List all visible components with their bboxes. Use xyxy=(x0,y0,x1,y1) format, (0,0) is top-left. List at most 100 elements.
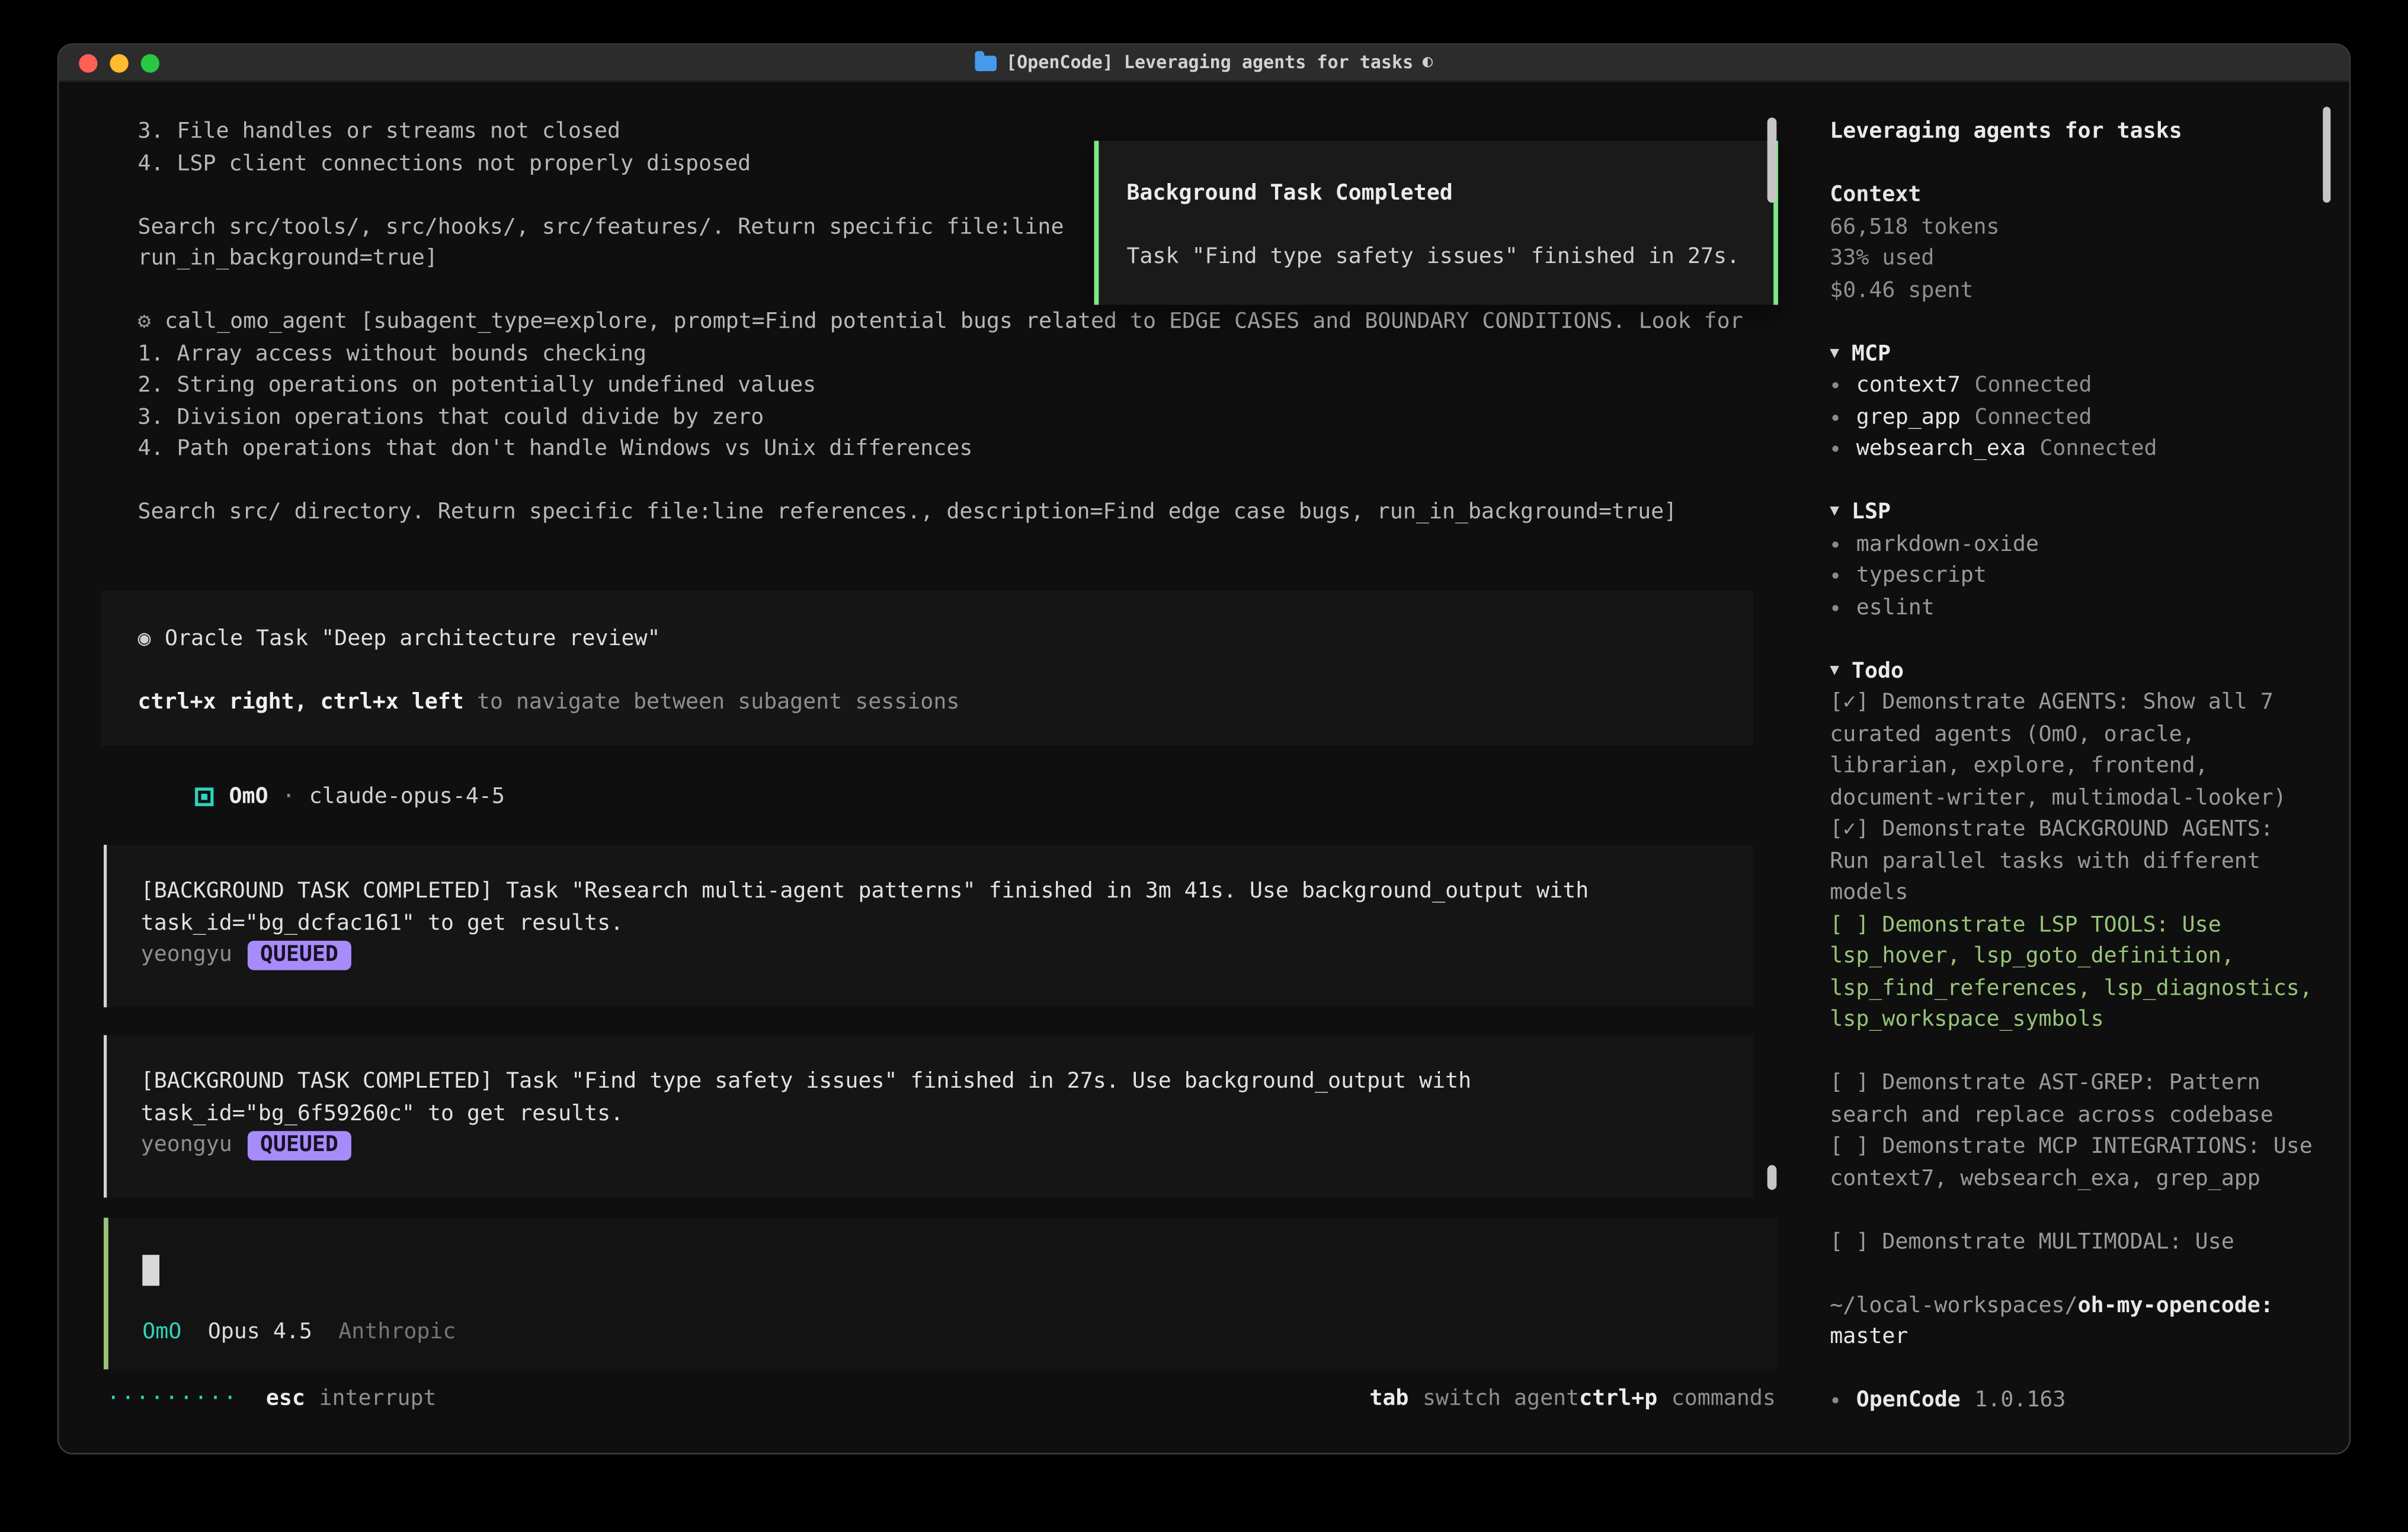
esc-key-hint: esc xyxy=(266,1383,305,1415)
mcp-server-name: grep_app xyxy=(1856,402,1961,434)
task-message-line: task_id="bg_6f59260c" to get results. xyxy=(141,1098,1753,1130)
workspace-dir: ~/local-workspaces/ xyxy=(1830,1293,2077,1318)
mcp-section: ▼ MCP context7 Connected xyxy=(1830,338,2318,465)
omo-agent-icon xyxy=(195,787,213,806)
background-task-message: [BACKGROUND TASK COMPLETED] Task "Resear… xyxy=(104,845,1753,1007)
notification-title: Background Task Completed xyxy=(1126,178,1773,210)
bullet-icon xyxy=(1833,605,1839,611)
active-model-label: Opus 4.5 xyxy=(208,1316,312,1348)
session-sidebar: Leveraging agents for tasks Context 66,5… xyxy=(1805,82,2349,1454)
status-bar: ········· esc interrupt tab switch agent… xyxy=(107,1383,1776,1415)
provider-label: Anthropic xyxy=(338,1316,456,1348)
mcp-heading: MCP xyxy=(1852,338,1891,370)
task-message-list: [BACKGROUND TASK COMPLETED] Task "Resear… xyxy=(59,845,1805,1197)
tab-key-label: switch agent xyxy=(1423,1383,1579,1415)
lsp-server-name: typescript xyxy=(1856,560,1987,592)
oracle-task-box[interactable]: ◉Oracle Task "Deep architecture review" … xyxy=(101,590,1753,745)
record-icon: ◉ xyxy=(137,626,150,650)
minimize-button[interactable] xyxy=(110,54,128,72)
hint-text: to navigate between subagent sessions xyxy=(464,690,960,714)
notification-body: Task "Find type safety issues" finished … xyxy=(1126,241,1773,273)
window-titlebar[interactable]: [OpenCode] Leveraging agents for tasks ◐ xyxy=(59,45,2349,82)
gear-icon: ⚙ xyxy=(137,309,150,334)
agent-header: OmO · claude-opus-4-5 xyxy=(195,781,1805,813)
status-badge: QUEUED xyxy=(248,1131,351,1161)
oracle-task-title-row: ◉ Oracle Task "Deep architecture review" xyxy=(137,623,1753,655)
terminal-line: 4. Path operations that don't handle Win… xyxy=(137,433,1805,465)
terminal-line: 2. String operations on potentially unde… xyxy=(137,370,1805,402)
todo-item: [ ] Demonstrate MULTIMODAL: Use xyxy=(1830,1226,2318,1258)
folder-icon xyxy=(975,55,997,70)
mcp-server-status: Connected xyxy=(1974,370,2092,402)
queued-user: yeongyu xyxy=(141,939,232,971)
todo-section: ▼ Todo [✓] Demonstrate AGENTS: Show all … xyxy=(1830,655,2318,1258)
mcp-server-item: context7 Connected xyxy=(1830,370,2318,402)
main-scrollbar-thumb-secondary[interactable] xyxy=(1767,1165,1777,1190)
workspace-repo: oh-my-opencode: xyxy=(2078,1293,2273,1318)
lsp-server-list: markdown-oxide typescript eslint xyxy=(1830,528,2318,624)
esc-key-label: interrupt xyxy=(319,1383,436,1415)
zoom-button[interactable] xyxy=(141,54,159,72)
ctrlp-key-hint: ctrl+p xyxy=(1579,1383,1657,1415)
lsp-server-item: markdown-oxide xyxy=(1830,528,2318,560)
app-version-footer: OpenCode 1.0.163 xyxy=(1830,1385,2318,1417)
mcp-server-list: context7 Connected grep_app Connected xyxy=(1830,370,2318,465)
todo-section-header[interactable]: ▼ Todo xyxy=(1830,655,2318,687)
todo-item: [ ] Demonstrate AST-GREP: Pattern search… xyxy=(1830,1068,2318,1131)
lsp-server-name: eslint xyxy=(1856,592,1935,624)
tool-call-line: ⚙ call_omo_agent [subagent_type=explore, … xyxy=(137,306,1805,338)
lsp-server-item: typescript xyxy=(1830,560,2318,592)
bullet-icon xyxy=(1833,446,1839,452)
mcp-server-status: Connected xyxy=(1974,402,2092,434)
separator-dot: · xyxy=(282,781,295,813)
context-used: 33% used xyxy=(1830,243,2318,275)
tool-call-text: call_omo_agent [subagent_type=explore, p… xyxy=(165,309,1743,334)
mcp-server-status: Connected xyxy=(2039,433,2157,465)
context-heading: Context xyxy=(1830,180,2318,211)
session-title: Leveraging agents for tasks xyxy=(1830,116,2318,148)
sidebar-scrollbar-thumb[interactable] xyxy=(2323,107,2330,203)
keyboard-shortcut: ctrl+x right, ctrl+x left xyxy=(137,690,463,714)
task-message-line: task_id="bg_dcfac161" to get results. xyxy=(141,908,1753,940)
bullet-icon xyxy=(1833,1398,1839,1403)
text-cursor xyxy=(142,1255,159,1286)
todo-item: [✓] Demonstrate AGENTS: Show all 7 curat… xyxy=(1830,687,2318,814)
prompt-input[interactable]: OmO Opus 4.5 Anthropic xyxy=(104,1217,1778,1369)
lsp-server-name: markdown-oxide xyxy=(1856,528,2039,560)
background-task-message: [BACKGROUND TASK COMPLETED] Task "Find t… xyxy=(104,1035,1753,1197)
agent-model: claude-opus-4-5 xyxy=(309,781,505,813)
lsp-server-item: eslint xyxy=(1830,592,2318,624)
active-agent-label: OmO xyxy=(142,1316,181,1348)
task-message-line: [BACKGROUND TASK COMPLETED] Task "Find t… xyxy=(141,1066,1753,1098)
main-scrollbar-thumb[interactable] xyxy=(1767,117,1777,203)
terminal-line: Search src/ directory. Return specific f… xyxy=(137,496,1805,528)
agent-name: OmO xyxy=(229,781,268,813)
todo-list: [✓] Demonstrate AGENTS: Show all 7 curat… xyxy=(1830,687,2318,1258)
triangle-down-icon: ▼ xyxy=(1830,655,1839,687)
tab-key-hint: tab xyxy=(1369,1383,1408,1415)
bullet-icon xyxy=(1833,573,1839,579)
todo-item: [ ] Demonstrate LSP TOOLS: Use lsp_hover… xyxy=(1830,909,2318,1036)
terminal-line: 1. Array access without bounds checking xyxy=(137,338,1805,370)
oracle-task-title: Oracle Task "Deep architecture review" xyxy=(165,626,661,650)
workspace-path: ~/local-workspaces/oh-my-opencode: maste… xyxy=(1830,1290,2318,1353)
queued-user: yeongyu xyxy=(141,1130,232,1162)
lsp-heading: LSP xyxy=(1852,496,1891,528)
close-button[interactable] xyxy=(79,54,97,72)
terminal-window: [OpenCode] Leveraging agents for tasks ◐… xyxy=(57,43,2351,1454)
app-version: 1.0.163 xyxy=(1974,1385,2066,1417)
window-title: [OpenCode] Leveraging agents for tasks ◐ xyxy=(59,47,2349,79)
triangle-down-icon: ▼ xyxy=(1830,496,1839,528)
todo-item: [ ] Demonstrate MCP INTEGRATIONS: Use co… xyxy=(1830,1131,2318,1194)
notification-toast[interactable]: Background Task Completed Task "Find typ… xyxy=(1094,141,1778,305)
mcp-section-header[interactable]: ▼ MCP xyxy=(1830,338,2318,370)
traffic-lights xyxy=(79,45,159,82)
lsp-section-header[interactable]: ▼ LSP xyxy=(1830,496,2318,528)
screen: [OpenCode] Leveraging agents for tasks ◐… xyxy=(0,0,2408,1532)
app-name: OpenCode xyxy=(1856,1385,1961,1417)
task-message-line: [BACKGROUND TASK COMPLETED] Task "Resear… xyxy=(141,876,1753,908)
todo-heading: Todo xyxy=(1852,655,1904,687)
session-busy-icon: ◐ xyxy=(1423,47,1433,79)
bullet-icon xyxy=(1833,383,1839,389)
mcp-server-name: websearch_exa xyxy=(1856,433,2026,465)
